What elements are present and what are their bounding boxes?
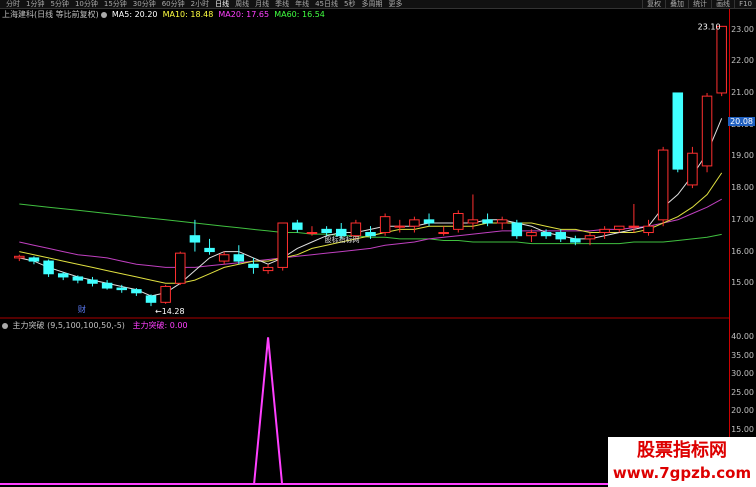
- candle-body: [540, 232, 552, 237]
- candle-body: [204, 247, 215, 253]
- indicator-spike: [253, 337, 284, 485]
- candle-body: [379, 216, 391, 234]
- watermark-line1: 股票指标网: [637, 440, 727, 461]
- candle-body: [131, 289, 142, 294]
- candle-body: [43, 260, 54, 275]
- candle-body: [87, 279, 98, 284]
- candle-body: [72, 276, 84, 281]
- price-axis: 23.00 22.00 21.00 20.00 19.00 18.00 17.00 16.00…: [728, 9, 756, 487]
- candle-body: [116, 287, 128, 291]
- candle-body: [467, 219, 479, 224]
- candle-body: [511, 222, 523, 237]
- low-price-label: ←14.28: [155, 307, 185, 316]
- candle-body: [145, 295, 157, 303]
- candle-body: [584, 235, 596, 240]
- candle-body: [101, 282, 113, 289]
- price-tick: 22.00: [731, 56, 754, 66]
- candle-body: [423, 219, 435, 224]
- candle-body: [189, 235, 201, 243]
- candle-body: [335, 228, 347, 237]
- ma5-line: [19, 118, 723, 297]
- candle-body: [277, 222, 288, 268]
- candle-body: [657, 149, 669, 221]
- candle-body: [321, 228, 332, 234]
- candle-body: [292, 222, 303, 230]
- candle-body: [160, 285, 171, 303]
- candle-body: [672, 92, 684, 170]
- high-price-label: 23.10: [698, 22, 721, 31]
- site-watermark: 股票指标网 www.7gpzb.com: [608, 437, 756, 487]
- candle-body: [613, 225, 625, 230]
- candle-body: [57, 273, 69, 278]
- candle-body: [716, 25, 727, 94]
- candle-body: [438, 232, 449, 235]
- indicator-tick: 15.00: [731, 424, 754, 434]
- candle-body: [233, 254, 245, 262]
- candle-body: [262, 266, 274, 272]
- price-tick: 23.00: [731, 24, 754, 34]
- indicator-tick: 35.00: [731, 350, 754, 360]
- candle-body: [218, 254, 230, 262]
- kline-chart[interactable]: 23.10 ←14.28 股标指标网财: [0, 0, 756, 487]
- candle-body: [453, 212, 464, 230]
- candle-body: [599, 228, 610, 234]
- candle-body: [306, 232, 318, 235]
- financial-badge: 财: [78, 304, 86, 314]
- price-tick: 16.00: [731, 246, 754, 256]
- candle-body: [175, 252, 186, 284]
- price-tick: 17.00: [731, 214, 754, 224]
- candle-body: [687, 152, 698, 186]
- indicator-tick: 20.00: [731, 406, 754, 416]
- candle-body: [248, 263, 259, 268]
- candle-body: [628, 225, 640, 228]
- candle-body: [496, 219, 508, 224]
- candle-body: [555, 232, 566, 240]
- candle-body: [28, 257, 40, 262]
- candle-body: [350, 222, 362, 237]
- indicator-tick: 40.00: [731, 332, 754, 342]
- candle-body: [570, 238, 581, 243]
- price-tick: 21.00: [731, 87, 754, 97]
- chart-watermark-text: 股标指标网: [325, 235, 360, 244]
- indicator-tick: 30.00: [731, 369, 754, 379]
- current-price-tag: 20.08: [728, 117, 755, 127]
- watermark-line2: www.7gpzb.com: [612, 464, 752, 482]
- candle-body: [409, 219, 420, 227]
- price-tick: 15.00: [731, 278, 754, 288]
- candle-body: [365, 232, 376, 237]
- candle-body: [394, 225, 406, 228]
- candle-body: [482, 219, 493, 224]
- candle-body: [14, 255, 25, 259]
- price-tick: 18.00: [731, 183, 754, 193]
- price-tick: 19.00: [731, 151, 754, 161]
- candle-body: [526, 232, 537, 237]
- candle-body: [643, 225, 654, 234]
- indicator-tick: 25.00: [731, 387, 754, 397]
- candle-body: [701, 95, 713, 167]
